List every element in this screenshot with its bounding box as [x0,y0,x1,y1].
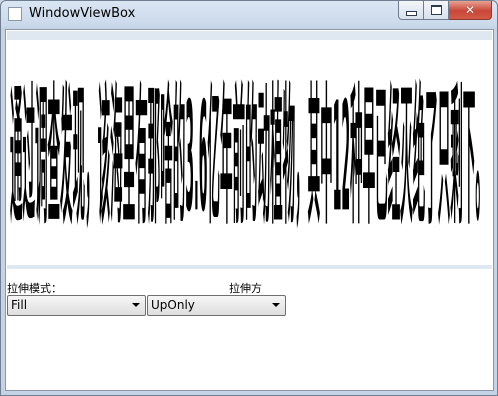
dropdown-arrow-icon[interactable] [132,303,140,307]
stretch-mode-selected-value: Fill [11,298,28,312]
dropdown-arrow-icon[interactable] [272,303,280,307]
window-title: WindowViewBox [29,6,136,21]
close-button[interactable]: ✕ [449,1,492,20]
minimize-button[interactable] [398,1,424,20]
stretched-text-block: 通过调查发现，该海里有那啥的3.6亿年前的动植物，其中12种早已经灭绝了只剩下。 [10,73,488,247]
stretch-direction-combobox[interactable]: UpOnly [147,295,286,316]
maximize-button[interactable] [424,1,449,20]
app-window: WindowViewBox ✕ 通过调查发现，该海里有那啥的3.6亿年前的动植物… [0,0,498,396]
stretch-direction-label: 拉伸方 [229,282,262,295]
stretch-mode-combobox[interactable]: Fill [7,295,146,316]
viewbox-panel: 通过调查发现，该海里有那啥的3.6亿年前的动植物，其中12种早已经灭绝了只剩下。 [7,31,492,269]
minimize-icon [405,10,417,16]
client-area: 通过调查发现，该海里有那啥的3.6亿年前的动植物，其中12种早已经灭绝了只剩下。… [5,29,494,391]
close-icon: ✕ [464,3,476,17]
caption-buttons: ✕ [398,1,492,20]
app-window-icon[interactable] [8,7,22,21]
stretch-mode-label: 拉伸模式： [7,282,62,295]
viewbox: 通过调查发现，该海里有那啥的3.6亿年前的动植物，其中12种早已经灭绝了只剩下。 [7,40,492,265]
maximize-icon [430,5,442,15]
stretch-direction-selected-value: UpOnly [151,298,195,312]
title-bar[interactable]: WindowViewBox ✕ [1,1,497,28]
